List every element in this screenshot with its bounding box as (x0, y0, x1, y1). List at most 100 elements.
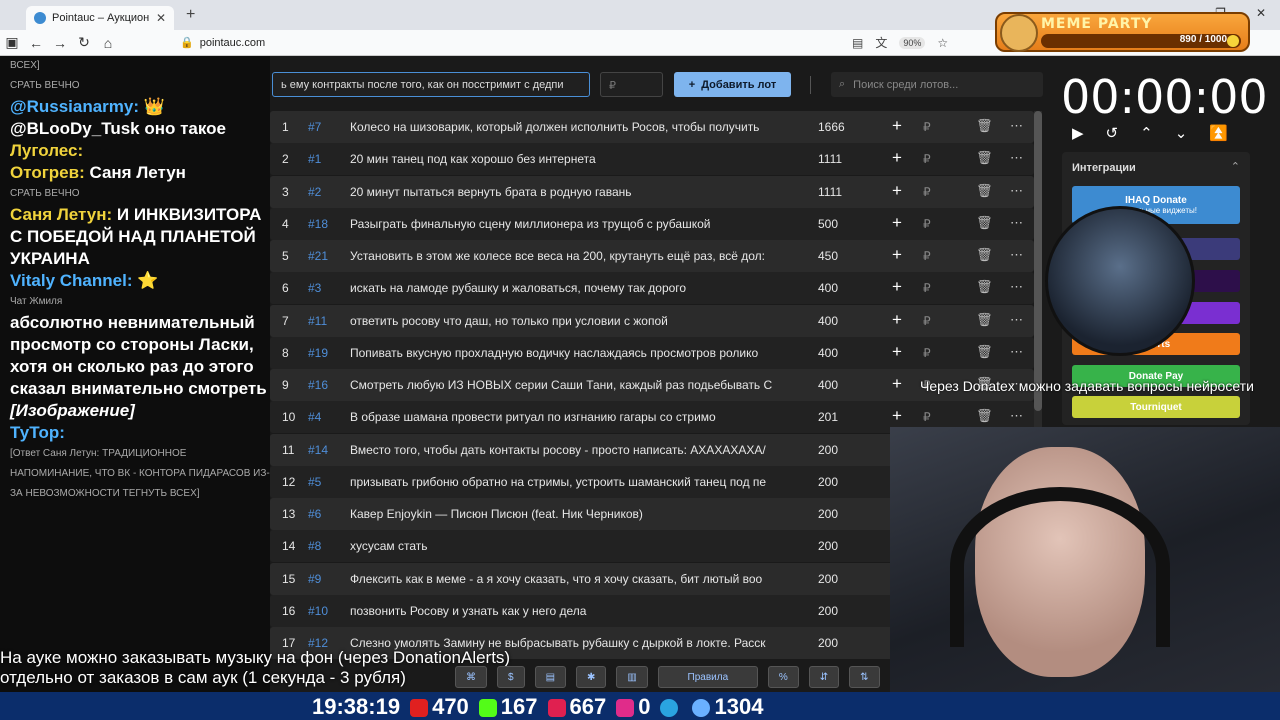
lot-name[interactable]: Попивать вкусную прохладную водичку насл… (350, 346, 790, 360)
add-amount-icon[interactable]: + (892, 213, 902, 233)
collapse-icon[interactable]: ⌃ (1231, 160, 1240, 173)
trash-icon[interactable]: 🗑 (976, 118, 993, 134)
lot-name[interactable]: 20 мин танец под как хорошо без интернет… (350, 152, 790, 166)
trash-icon[interactable]: 🗑 (976, 215, 993, 231)
add-amount-icon[interactable]: + (892, 116, 902, 136)
lot-amount[interactable]: 200 (818, 572, 878, 586)
more-icon[interactable]: ⋯ (1010, 150, 1023, 166)
more-icon[interactable]: ⋯ (1010, 215, 1023, 231)
lot-amount[interactable]: 400 (818, 378, 878, 392)
lot-name[interactable]: Кавер Enjoykin — Писюн Писюн (feat. Ник … (350, 507, 790, 521)
add-amount-icon[interactable]: + (892, 181, 902, 201)
lot-price-input[interactable]: ₽ (600, 72, 663, 97)
chat-nick[interactable]: Саня Летун: (10, 205, 112, 224)
back-icon[interactable]: ← (24, 35, 48, 51)
browser-tab[interactable]: Pointauc – Аукционы, лотереи ✕ (26, 6, 174, 30)
lot-row[interactable]: 2 #1 20 мин танец под как хорошо без интер… (270, 143, 1034, 176)
lot-name-input[interactable]: ь ему контракты после того, как он посст… (272, 72, 590, 97)
double-chevron-up-icon[interactable]: ⏫ (1209, 124, 1228, 142)
more-icon[interactable]: ⋯ (1010, 247, 1023, 263)
lot-amount[interactable]: 200 (818, 604, 878, 618)
lot-amount[interactable]: 200 (818, 475, 878, 489)
chat-nick[interactable]: Луголес: (10, 141, 83, 160)
bug-button[interactable]: ✱ (576, 666, 607, 688)
lot-name[interactable]: Установить в этом же колесе все веса на … (350, 249, 790, 263)
play-icon[interactable]: ▶ (1072, 124, 1084, 142)
scrollbar-thumb[interactable] (1034, 111, 1042, 411)
lot-row[interactable]: 7 #11 ответить росову что даш, но только п… (270, 304, 1034, 337)
lot-name[interactable]: искать на ламоде рубашку и жаловаться, п… (350, 281, 790, 295)
chat-nick[interactable]: Vitaly Channel: (10, 271, 133, 290)
delete-all-button[interactable]: ▥ (616, 666, 648, 688)
lot-amount[interactable]: 1666 (818, 120, 878, 134)
reload-icon[interactable]: ↻ (72, 34, 96, 51)
reader-icon[interactable]: ▤ (852, 36, 863, 50)
close-tab-icon[interactable]: ✕ (156, 11, 166, 25)
chat-nick[interactable]: @BLooDy_Tusk (10, 119, 140, 138)
add-amount-icon[interactable]: + (892, 310, 902, 330)
add-amount-icon[interactable]: + (892, 406, 902, 426)
lot-amount[interactable]: 200 (818, 636, 878, 650)
integration-button[interactable]: Tourniquet (1072, 396, 1240, 418)
lot-name[interactable]: 20 минут пытаться вернуть брата в родную… (350, 185, 790, 199)
chat-nick[interactable]: ТуТор: (10, 423, 65, 442)
lot-amount[interactable]: 201 (818, 410, 878, 424)
add-amount-icon[interactable]: + (892, 245, 902, 265)
lot-amount[interactable]: 200 (818, 507, 878, 521)
lot-row[interactable]: 8 #19 Попивать вкусную прохладную водичку … (270, 336, 1034, 369)
trash-icon[interactable]: 🗑 (976, 183, 993, 199)
lot-amount[interactable]: 400 (818, 346, 878, 360)
lot-amount[interactable]: 500 (818, 217, 878, 231)
lot-row[interactable]: 1 #7 Колесо на шизоварик, который должен и… (270, 111, 1034, 143)
save-button[interactable]: ▤ (534, 666, 567, 688)
zoom-level[interactable]: 90% (899, 36, 926, 49)
lot-amount[interactable]: 400 (818, 314, 878, 328)
percent-button[interactable]: % (767, 666, 799, 688)
more-icon[interactable]: ⋯ (1010, 118, 1023, 134)
address-bar[interactable]: 🔒 pointauc.com (180, 36, 265, 50)
lot-amount[interactable]: 1111 (818, 152, 878, 166)
lot-name[interactable]: Вместо того, чтобы дать контакты росову … (350, 443, 790, 457)
trash-icon[interactable]: 🗑 (976, 150, 993, 166)
lot-amount[interactable]: 1111 (818, 185, 878, 199)
lot-name[interactable]: позвонить Росову и узнать как у него дел… (350, 604, 790, 618)
lot-amount[interactable]: 400 (818, 281, 878, 295)
more-icon[interactable]: ⋯ (1010, 183, 1023, 199)
lot-name[interactable]: хусусам стать (350, 539, 790, 553)
trash-icon[interactable]: 🗑 (976, 279, 993, 295)
lot-name[interactable]: Флексить как в меме - а я хочу сказать, … (350, 572, 790, 586)
chat-nick[interactable]: @Russianarmy: (10, 97, 139, 116)
lot-row[interactable]: 4 #18 Разыграть финальную сцену миллионера… (270, 207, 1034, 240)
chat-nick[interactable]: Отогрев: (10, 163, 85, 182)
add-amount-icon[interactable]: + (892, 374, 902, 394)
more-icon[interactable]: ⋯ (1010, 344, 1023, 360)
lot-row[interactable]: 3 #2 20 минут пытаться вернуть брата в род… (270, 175, 1034, 208)
add-amount-icon[interactable]: + (892, 342, 902, 362)
forward-icon[interactable]: → (48, 35, 72, 51)
trash-icon[interactable]: 🗑 (976, 344, 993, 360)
lot-row[interactable]: 5 #21 Установить в этом же колесе все веса… (270, 240, 1034, 272)
lot-name[interactable]: Смотреть любую ИЗ НОВЫХ серии Саши Тани,… (350, 378, 790, 392)
new-tab-icon[interactable]: + (186, 6, 195, 24)
close-window-icon[interactable]: ✕ (1256, 6, 1266, 20)
lot-row[interactable]: 6 #3 искать на ламоде рубашку и жаловаться… (270, 272, 1034, 305)
home-icon[interactable]: ⌂ (96, 35, 120, 51)
add-amount-icon[interactable]: + (892, 277, 902, 297)
bookmark-star-icon[interactable]: ☆ (937, 36, 948, 50)
lot-amount[interactable]: 200 (818, 443, 878, 457)
add-amount-icon[interactable]: + (892, 148, 902, 168)
lot-amount[interactable]: 200 (818, 539, 878, 553)
sort-button[interactable]: ⇅ (849, 666, 880, 688)
lot-amount[interactable]: 450 (818, 249, 878, 263)
translate-icon[interactable]: 文 (875, 34, 887, 51)
lot-name[interactable]: Разыграть финальную сцену миллионера из … (350, 217, 790, 231)
sidebar-icon[interactable]: ▣ (0, 34, 24, 51)
split-button[interactable]: ⇵ (808, 666, 840, 688)
trash-icon[interactable]: 🗑 (976, 408, 993, 424)
lot-search-input[interactable]: ⌕ Поиск среди лотов... (831, 72, 1043, 97)
reset-icon[interactable]: ↺ (1106, 124, 1119, 142)
lot-name[interactable]: В образе шамана провести ритуал по изгна… (350, 410, 790, 424)
more-icon[interactable]: ⋯ (1010, 408, 1023, 424)
chevron-down-icon[interactable]: ⌄ (1175, 124, 1188, 142)
lot-name[interactable]: Колесо на шизоварик, который должен испо… (350, 120, 790, 134)
